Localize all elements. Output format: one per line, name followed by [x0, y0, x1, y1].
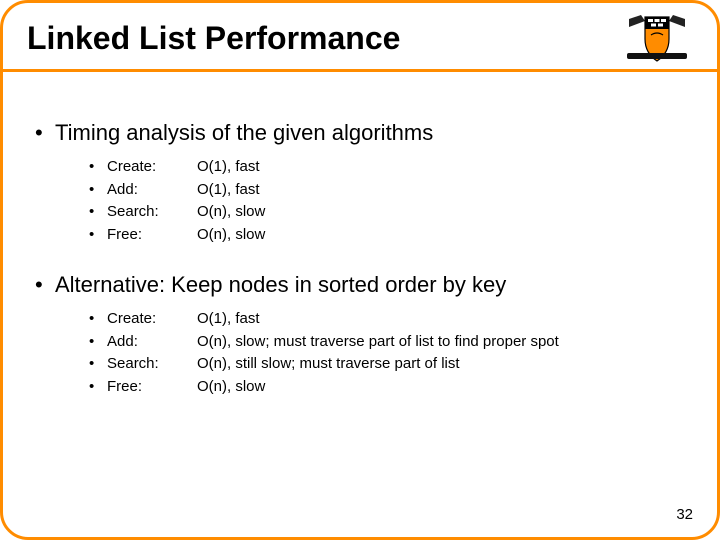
bullet-heading-1: Timing analysis of the given algorithms [35, 120, 685, 146]
op-label: Free: [107, 224, 197, 247]
title-row: Linked List Performance [3, 3, 717, 69]
list-item: • Add: O(n), slow; must traverse part of… [89, 331, 685, 354]
op-label: Search: [107, 353, 197, 376]
op-value: O(n), still slow; must traverse part of … [197, 353, 685, 376]
list-item: • Free: O(n), slow [89, 224, 685, 247]
op-value: O(n), slow [197, 376, 685, 399]
bullet-icon: • [89, 376, 107, 399]
list-item: • Search: O(n), still slow; must travers… [89, 353, 685, 376]
op-label: Add: [107, 179, 197, 202]
op-value: O(n), slow; must traverse part of list t… [197, 331, 685, 354]
op-label: Free: [107, 376, 197, 399]
op-value: O(1), fast [197, 156, 685, 179]
op-label: Create: [107, 156, 197, 179]
bullet-icon: • [89, 179, 107, 202]
bullet-icon: • [89, 308, 107, 331]
list-item: • Create: O(1), fast [89, 156, 685, 179]
op-label: Create: [107, 308, 197, 331]
op-label: Search: [107, 201, 197, 224]
list-item: • Search: O(n), slow [89, 201, 685, 224]
slide-body: Timing analysis of the given algorithms … [3, 72, 717, 398]
bullet-icon: • [89, 353, 107, 376]
bullet-icon: • [89, 331, 107, 354]
bullet-heading-2: Alternative: Keep nodes in sorted order … [35, 272, 685, 298]
op-value: O(n), slow [197, 201, 685, 224]
slide-title: Linked List Performance [27, 20, 400, 57]
bullet-list-2: • Create: O(1), fast • Add: O(n), slow; … [89, 308, 685, 398]
list-item: • Free: O(n), slow [89, 376, 685, 399]
op-value: O(n), slow [197, 224, 685, 247]
bullet-icon: • [89, 156, 107, 179]
princeton-shield-icon [621, 13, 693, 63]
slide: Linked List Performance Timing analysis … [0, 0, 720, 540]
op-value: O(1), fast [197, 308, 685, 331]
list-item: • Create: O(1), fast [89, 308, 685, 331]
bullet-icon: • [89, 201, 107, 224]
list-item: • Add: O(1), fast [89, 179, 685, 202]
op-value: O(1), fast [197, 179, 685, 202]
op-label: Add: [107, 331, 197, 354]
bullet-icon: • [89, 224, 107, 247]
page-number: 32 [676, 506, 693, 523]
bullet-list-1: • Create: O(1), fast • Add: O(1), fast •… [89, 156, 685, 246]
